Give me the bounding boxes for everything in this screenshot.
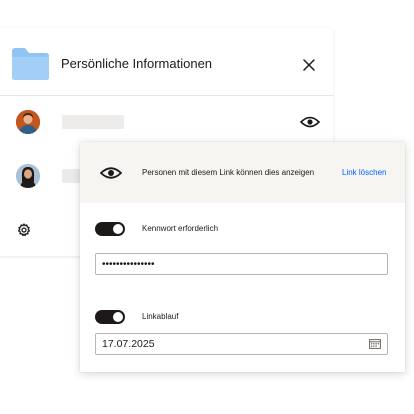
password-label: Kennwort erforderlich xyxy=(142,224,219,233)
visibility-header: Personen mit diesem Link können dies anz… xyxy=(80,142,405,203)
expiry-label: Linkablauf xyxy=(142,312,179,321)
avatar xyxy=(16,164,40,188)
member-name-placeholder xyxy=(62,169,80,183)
visibility-text: Personen mit diesem Link können dies anz… xyxy=(142,168,315,177)
password-toggle[interactable] xyxy=(95,222,125,236)
calendar-icon[interactable] xyxy=(369,339,381,349)
panel-title: Persönliche Informationen xyxy=(61,56,213,71)
password-input[interactable] xyxy=(96,254,368,275)
password-field[interactable] xyxy=(95,253,388,275)
delete-link-button[interactable]: Link löschen xyxy=(342,168,386,177)
member-name-placeholder xyxy=(62,115,124,129)
expiry-toggle[interactable] xyxy=(95,310,125,324)
close-icon xyxy=(303,59,315,71)
gear-icon[interactable] xyxy=(17,223,31,237)
eye-icon xyxy=(100,167,122,179)
close-button[interactable] xyxy=(298,54,320,76)
toggle-knob xyxy=(113,312,123,322)
folder-icon xyxy=(12,48,49,80)
eye-icon[interactable] xyxy=(300,114,320,130)
expiry-date-input[interactable] xyxy=(96,334,368,354)
link-settings-popover: Personen mit diesem Link können dies anz… xyxy=(80,142,405,372)
avatar xyxy=(16,110,40,134)
header-divider xyxy=(0,95,333,96)
expiry-date-field[interactable] xyxy=(95,333,388,355)
toggle-knob xyxy=(113,224,123,234)
